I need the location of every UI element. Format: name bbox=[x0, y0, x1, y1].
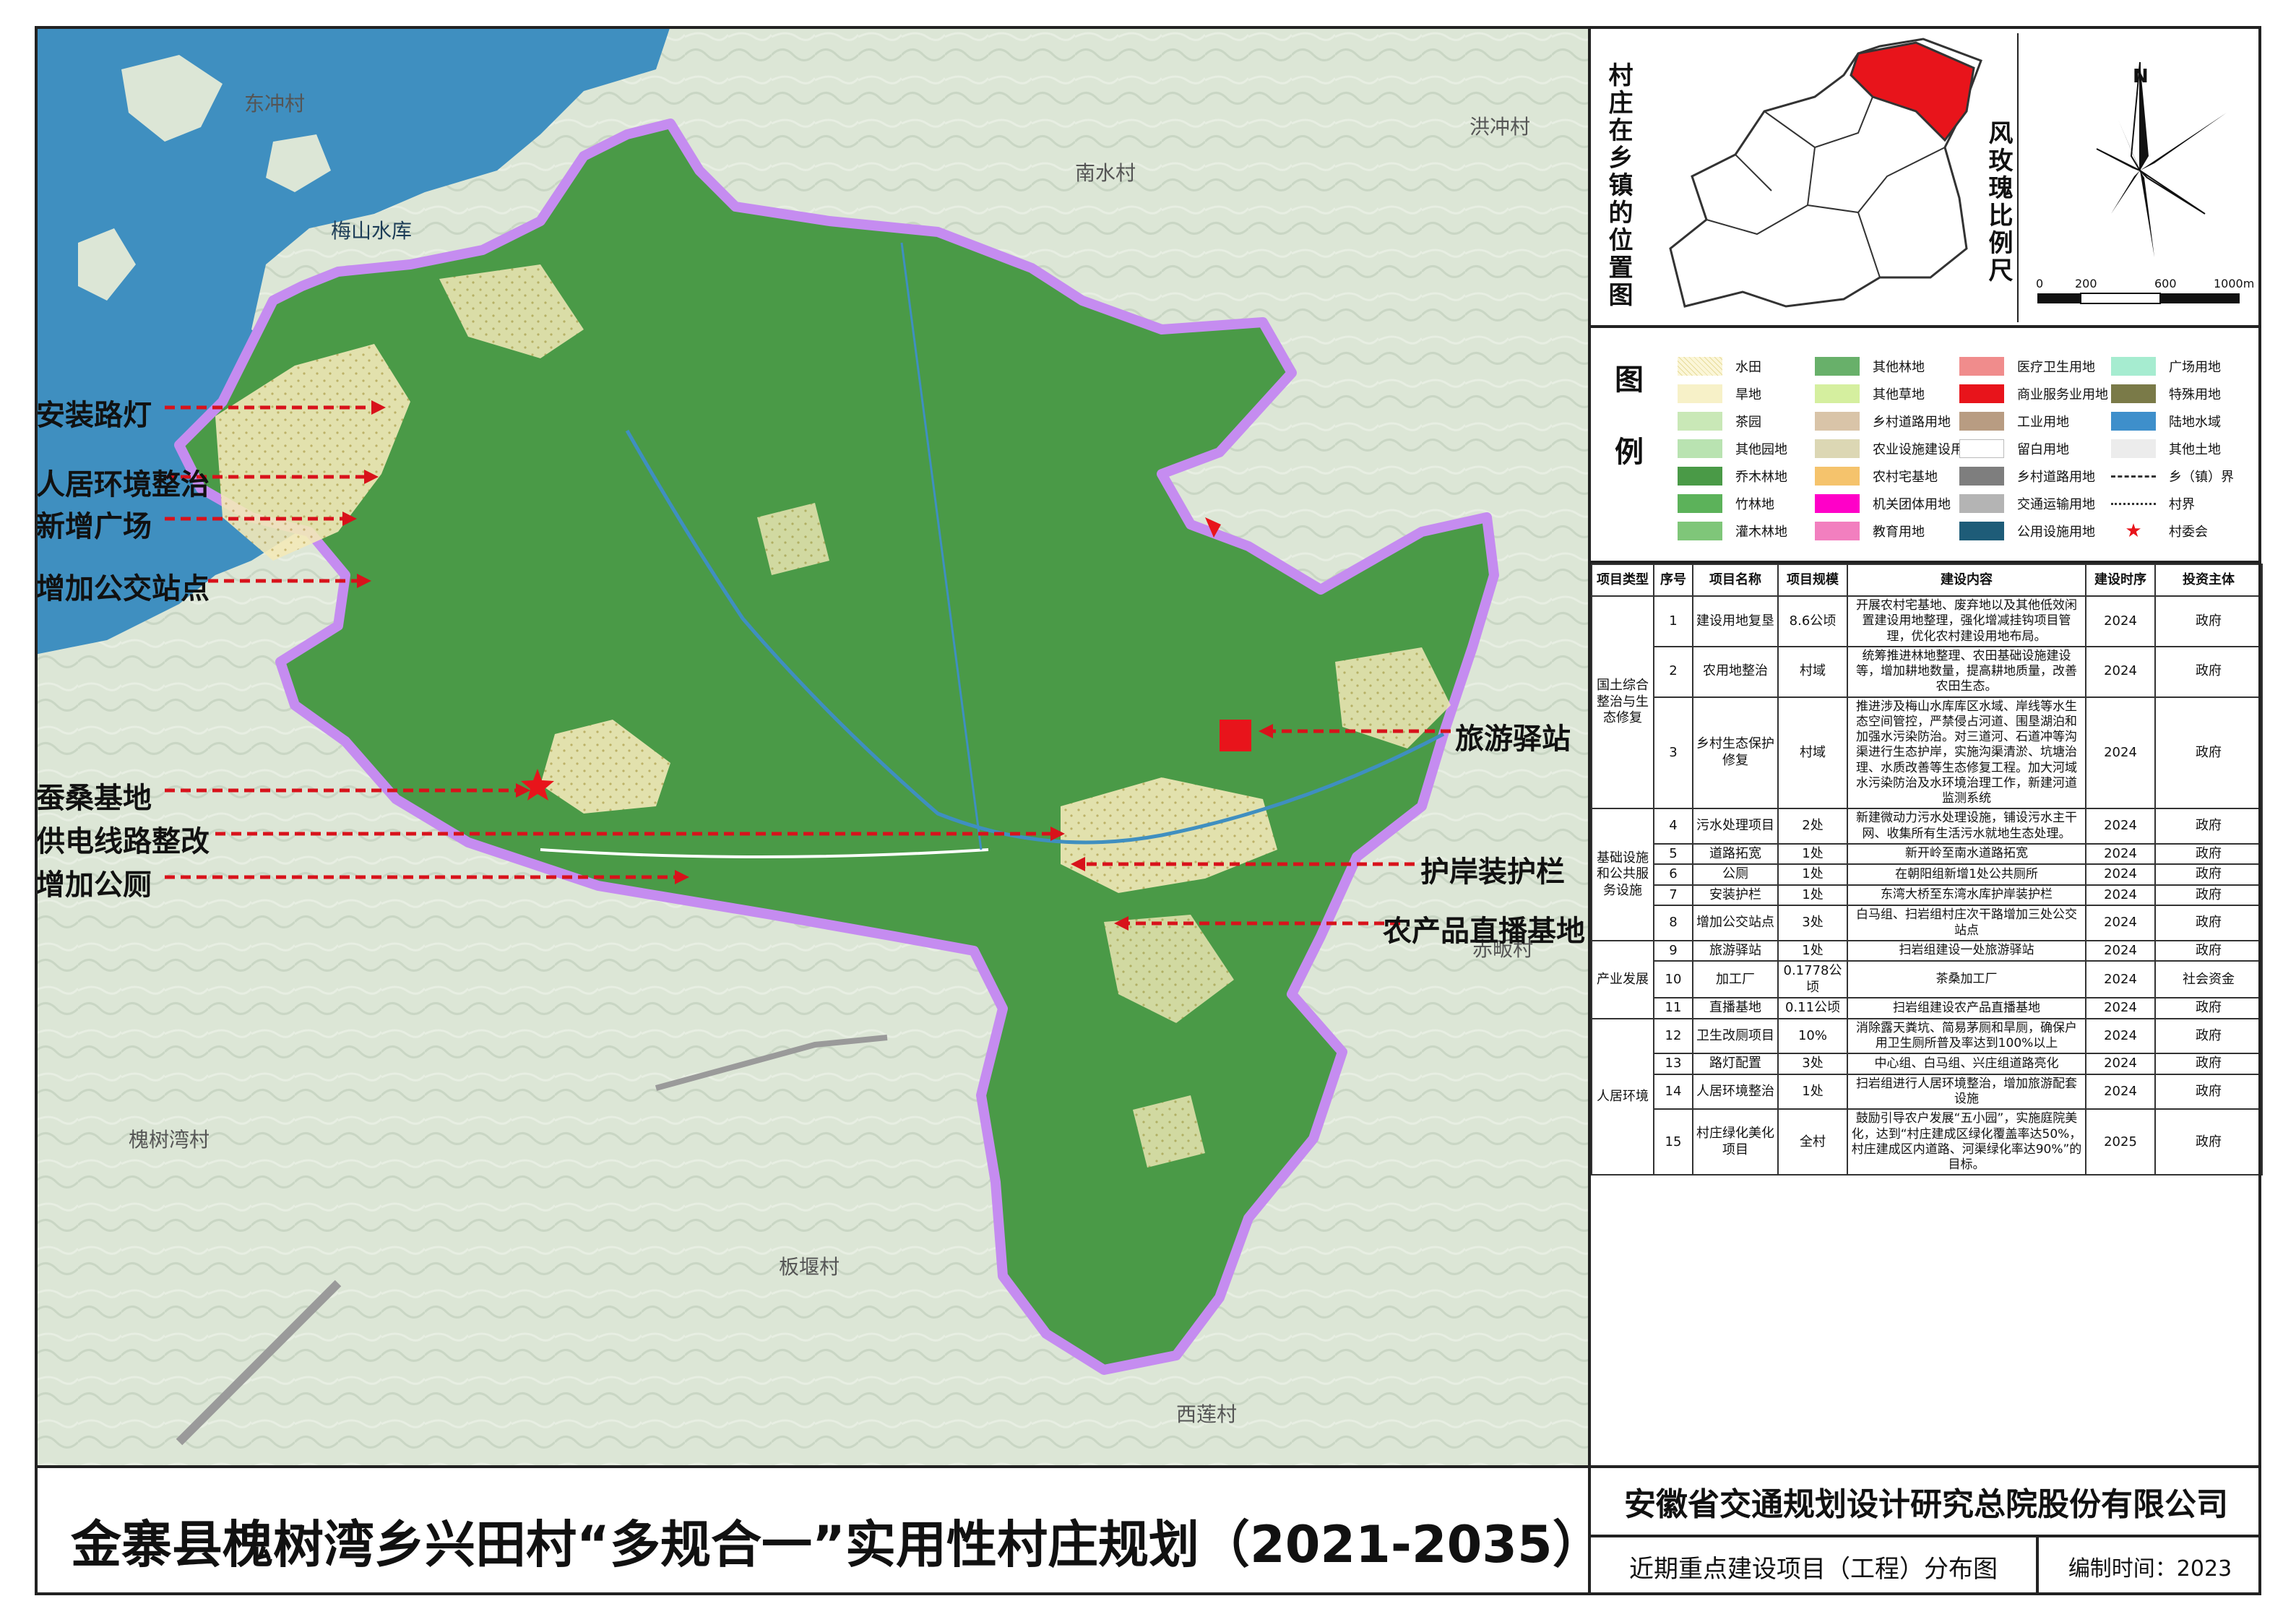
outer-frame bbox=[35, 26, 2261, 1595]
